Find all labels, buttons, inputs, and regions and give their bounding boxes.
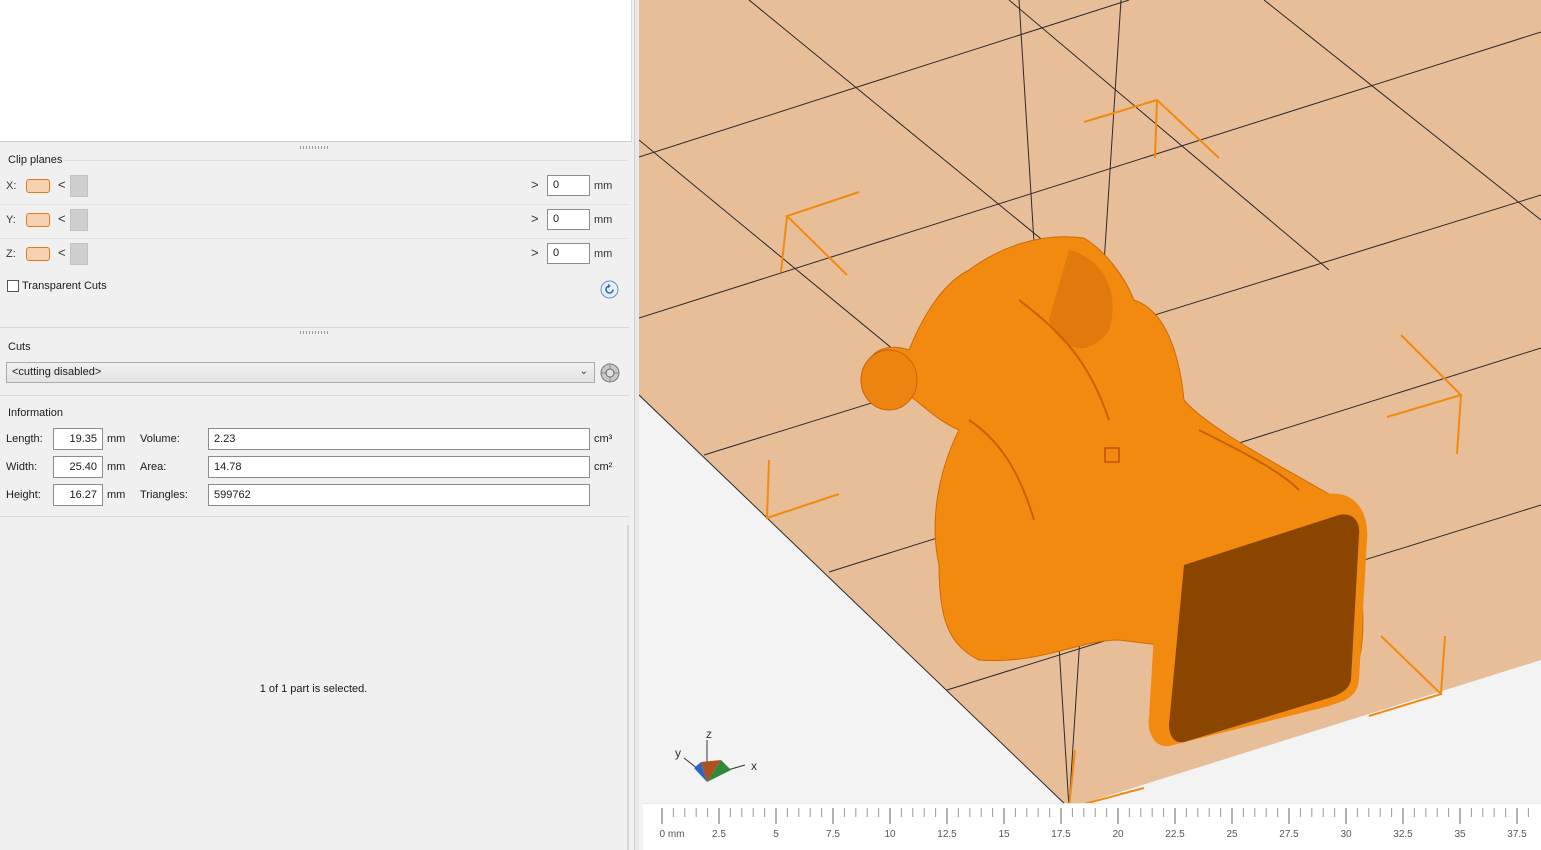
splitter-handle[interactable]: [300, 146, 330, 149]
ruler: 0 mm 2.5 5 7.5 10 12.5 15 17.5 20 22.5 25 27.5 30 32.…: [643, 803, 1541, 850]
axis-label-x: x: [751, 759, 757, 773]
divider: [0, 395, 629, 396]
chevron-right-icon[interactable]: >: [531, 211, 539, 226]
unit-label: mm: [594, 180, 613, 192]
slider-thumb[interactable]: [70, 175, 88, 197]
volume-label: Volume:: [140, 433, 180, 445]
divider: [64, 160, 627, 161]
cut-tool-icon[interactable]: [598, 361, 622, 388]
unit-label: cm³: [594, 433, 613, 445]
clip-row-z: Z: < > 0 mm: [0, 239, 629, 273]
slider-thumb[interactable]: [70, 209, 88, 231]
3d-viewport[interactable]: z y x: [639, 0, 1541, 850]
chevron-left-icon[interactable]: <: [58, 245, 66, 260]
clip-axis-label: Y:: [6, 214, 16, 226]
axis-gizmo: [683, 740, 746, 782]
clip-color-swatch-y[interactable]: [26, 213, 50, 227]
height-value: 16.27: [53, 484, 103, 506]
axis-label-y: y: [675, 746, 681, 760]
ruler-label: 15: [998, 829, 1010, 840]
ruler-label: 12.5: [937, 829, 957, 840]
ruler-label: 10: [884, 829, 896, 840]
splitter-handle[interactable]: [300, 331, 330, 334]
ruler-label: 25: [1226, 829, 1238, 840]
selection-status: 1 of 1 part is selected.: [259, 683, 368, 695]
parts-list-area[interactable]: [0, 0, 632, 142]
ruler-label: 27.5: [1279, 829, 1299, 840]
unit-label: mm: [107, 461, 126, 473]
clip-slider-y[interactable]: [70, 209, 528, 231]
clip-value-x[interactable]: 0: [547, 175, 590, 196]
unit-label: mm: [594, 248, 613, 260]
ruler-label: 32.5: [1393, 829, 1413, 840]
scene[interactable]: z y x: [639, 0, 1541, 850]
ruler-label: 17.5: [1051, 829, 1071, 840]
ruler-label: 30: [1340, 829, 1352, 840]
chevron-left-icon[interactable]: <: [58, 211, 66, 226]
clip-axis-label: X:: [6, 180, 17, 192]
information-title: Information: [8, 407, 64, 419]
ruler-label: 2.5: [712, 829, 726, 840]
length-value: 19.35: [53, 428, 103, 450]
area-value: 14.78: [208, 456, 590, 478]
cuts-title: Cuts: [8, 341, 31, 353]
chevron-right-icon[interactable]: >: [531, 177, 539, 192]
slider-thumb[interactable]: [70, 243, 88, 265]
triangles-label: Triangles:: [140, 489, 188, 501]
area-label: Area:: [140, 461, 167, 473]
chevron-right-icon[interactable]: >: [531, 245, 539, 260]
clip-color-swatch-x[interactable]: [26, 179, 50, 193]
ruler-ticks: [661, 808, 1529, 824]
width-value: 25.40: [53, 456, 103, 478]
chevron-down-icon: ⌄: [579, 366, 588, 377]
unit-label: mm: [107, 489, 126, 501]
width-label: Width:: [6, 461, 38, 473]
unit-label: mm: [107, 433, 126, 445]
clip-row-y: Y: < > 0 mm: [0, 205, 629, 239]
unit-label: cm²: [594, 461, 613, 473]
ruler-label: 35: [1454, 829, 1466, 840]
cuts-dropdown[interactable]: <cutting disabled> ⌄: [6, 362, 595, 383]
clip-planes-section: Clip planes X: < > 0 mm Y: < > 0 mm Z: <: [0, 150, 629, 328]
side-panel: Clip planes X: < > 0 mm Y: < > 0 mm Z: <: [0, 0, 634, 850]
reset-icon[interactable]: [600, 280, 619, 302]
clip-value-z[interactable]: 0: [547, 243, 590, 264]
ruler-label: 5: [773, 829, 779, 840]
volume-value: 2.23: [208, 428, 590, 450]
clip-value-y[interactable]: 0: [547, 209, 590, 230]
unit-label: mm: [594, 214, 613, 226]
panel-edge: [627, 525, 629, 850]
transparent-cuts-label: Transparent Cuts: [22, 280, 107, 292]
clip-row-x: X: < > 0 mm: [0, 171, 629, 205]
length-label: Length:: [6, 433, 43, 445]
ruler-label: 7.5: [826, 829, 840, 840]
clip-slider-z[interactable]: [70, 243, 528, 265]
axis-label-z: z: [706, 727, 712, 741]
ruler-label: 22.5: [1165, 829, 1185, 840]
clip-axis-label: Z:: [6, 248, 16, 260]
ruler-label: 20: [1112, 829, 1124, 840]
clip-color-swatch-z[interactable]: [26, 247, 50, 261]
height-label: Height:: [6, 489, 41, 501]
cuts-dropdown-value: <cutting disabled>: [12, 366, 102, 378]
transparent-cuts-checkbox[interactable]: [7, 280, 19, 292]
ruler-label: 37.5: [1507, 829, 1527, 840]
clip-slider-x[interactable]: [70, 175, 528, 197]
clip-planes-title: Clip planes: [8, 154, 63, 166]
triangles-value: 599762: [208, 484, 590, 506]
divider: [0, 516, 629, 517]
chevron-left-icon[interactable]: <: [58, 177, 66, 192]
ruler-label: 0 mm: [659, 829, 685, 840]
